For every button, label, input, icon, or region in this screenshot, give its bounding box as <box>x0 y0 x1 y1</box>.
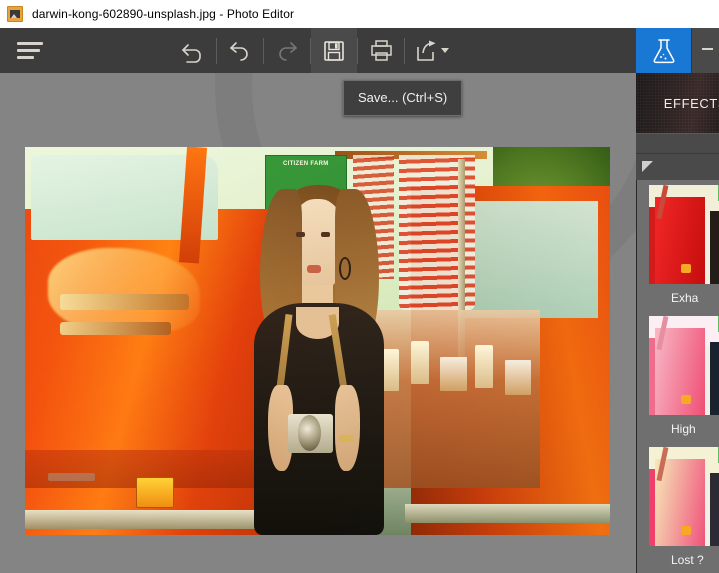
panel-divider <box>636 133 719 154</box>
title-bar: darwin-kong-602890-unsplash.jpg - Photo … <box>0 0 719 28</box>
effect-thumbnail[interactable] <box>649 316 719 415</box>
share-button[interactable] <box>405 28 457 73</box>
save-button[interactable] <box>311 28 357 73</box>
list-item[interactable]: Lost ? <box>637 442 719 573</box>
effect-label: Exha <box>671 291 699 305</box>
photo-file-icon <box>7 6 23 22</box>
list-item[interactable]: High <box>637 311 719 442</box>
collapse-row[interactable] <box>636 154 719 180</box>
photo-composition: CITIZEN FARM <box>25 147 610 535</box>
photo-subject <box>230 178 406 535</box>
hamburger-icon <box>17 42 43 59</box>
tab-effects[interactable] <box>636 28 691 73</box>
photo-editor-window: darwin-kong-602890-unsplash.jpg - Photo … <box>0 0 719 573</box>
save-tooltip: Save... (Ctrl+S) <box>343 80 463 116</box>
collapse-triangle-icon[interactable] <box>642 161 653 172</box>
window-title: darwin-kong-602890-unsplash.jpg - Photo … <box>32 7 295 21</box>
effect-thumbnail[interactable] <box>649 185 719 284</box>
panel-title: EFFECTS <box>663 95 719 111</box>
chevron-down-icon <box>440 48 449 53</box>
undo-arrow-icon <box>230 41 248 61</box>
right-panel: EFFECTS Exha High <box>636 28 719 573</box>
image-canvas[interactable]: CITIZEN FARM <box>0 73 636 573</box>
edited-photo[interactable]: CITIZEN FARM <box>25 147 610 535</box>
undo-button[interactable] <box>217 28 263 73</box>
floppy-disk-icon <box>324 40 344 61</box>
effect-label: Lost ? <box>671 553 704 567</box>
sign-text: CITIZEN FARM <box>282 160 329 167</box>
flask-icon <box>653 38 674 63</box>
panel-header: EFFECTS <box>636 73 719 133</box>
redo-arrow-icon <box>279 41 297 61</box>
tab-adjust[interactable] <box>691 28 719 73</box>
effect-thumbnail[interactable] <box>649 447 719 546</box>
print-button[interactable] <box>358 28 404 73</box>
revert-arrow-icon <box>182 43 201 63</box>
revert-button[interactable] <box>170 28 216 73</box>
printer-icon <box>370 40 392 61</box>
redo-button[interactable] <box>264 28 310 73</box>
list-item[interactable]: Exha <box>637 180 719 311</box>
menu-button[interactable] <box>0 28 60 73</box>
share-arrow-icon <box>416 40 435 61</box>
effects-thumbnail-list[interactable]: Exha High Lost ? <box>636 180 719 573</box>
effect-label: High <box>671 422 696 436</box>
main-toolbar <box>0 28 719 73</box>
panel-tab-strip <box>636 28 719 73</box>
